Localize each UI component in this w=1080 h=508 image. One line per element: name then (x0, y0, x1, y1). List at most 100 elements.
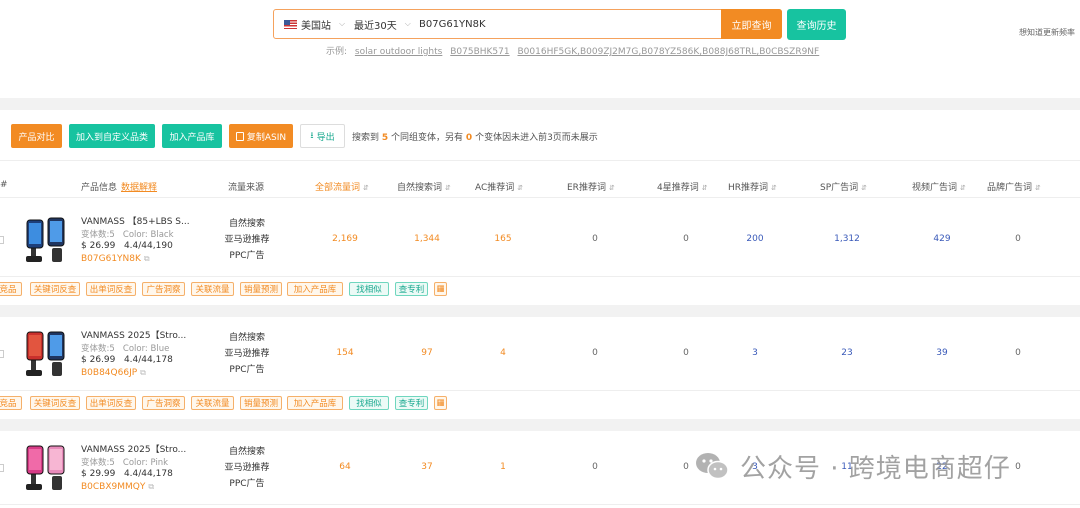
tag-add-library[interactable]: 加入产品库 (287, 282, 343, 296)
section-divider (0, 98, 1080, 110)
product-title[interactable]: VANMASS 【85+LBS S... (81, 214, 190, 227)
header-four-star[interactable]: 4星推荐词 ⇵ (657, 180, 708, 193)
source-organic: 自然搜索 (228, 219, 265, 229)
tag-related-traffic[interactable]: 关联流量 (191, 396, 234, 410)
tag-keyword-reverse[interactable]: 关键词反查 (30, 282, 80, 296)
compare-button[interactable]: 产品对比 (11, 124, 62, 148)
cell-hr[interactable]: 3 (725, 348, 785, 358)
table-row[interactable]: VANMASS 【85+LBS S... 变体数:5 Color: Black … (0, 206, 1080, 276)
history-button[interactable]: 查询历史 (787, 9, 846, 40)
header-organic[interactable]: 自然搜索词 ⇵ (397, 180, 451, 193)
site-label: 美国站 (301, 20, 331, 32)
table-row[interactable]: VANMASS 2025【Stro... 变体数:5 Color: Blue $… (0, 322, 1080, 388)
header-all-keywords[interactable]: 全部流量词 ⇵ (315, 180, 369, 193)
header-hr[interactable]: HR推荐词 ⇵ (728, 180, 777, 193)
cell-organic[interactable]: 37 (397, 462, 457, 472)
source-ppc: PPC广告 (229, 479, 265, 489)
tag-related-traffic[interactable]: 关联流量 (191, 282, 234, 296)
download-icon: ⭳ (310, 131, 314, 141)
calendar-icon[interactable]: ▦ (434, 282, 447, 296)
example-link[interactable]: B075BHK571 (450, 47, 509, 57)
cell-hr[interactable]: 200 (725, 234, 785, 244)
asin-link[interactable]: B0CBX9MMQY (81, 482, 145, 492)
traffic-sources: 自然搜索 亚马逊推荐 PPC广告 (222, 330, 272, 378)
source-organic: 自然搜索 (228, 447, 265, 457)
cell-all-keywords[interactable]: 154 (315, 348, 375, 358)
header-er[interactable]: ER推荐词 ⇵ (567, 180, 615, 193)
row-checkbox[interactable] (0, 350, 4, 358)
tag-sales-forecast[interactable]: 销量预测 (240, 396, 282, 410)
header-label: ER推荐词 (567, 183, 606, 193)
tag-sales-forecast[interactable]: 销量预测 (240, 282, 282, 296)
product-asin[interactable]: B0CBX9MMQY ⧉ (81, 482, 154, 492)
header-ac[interactable]: AC推荐词 ⇵ (475, 180, 523, 193)
header-brand[interactable]: 品牌广告词 ⇵ (987, 180, 1041, 193)
tag-competitor[interactable]: 竞品 (0, 282, 22, 296)
sort-icon: ⇵ (701, 184, 708, 192)
add-custom-category-button[interactable]: 加入到自定义品类 (69, 124, 155, 148)
header-source: 流量来源 (228, 183, 265, 193)
product-asin[interactable]: B07G61YN8K ⧉ (81, 254, 150, 264)
product-title[interactable]: VANMASS 2025【Stro... (81, 442, 186, 455)
cell-er: 0 (592, 462, 598, 472)
header-label: 品牌广告词 (987, 183, 1033, 193)
cell-organic[interactable]: 1,344 (397, 234, 457, 244)
product-variants: 变体数:5 Color: Black (81, 228, 174, 240)
tag-find-similar[interactable]: 找相似 (349, 282, 389, 296)
cell-ac[interactable]: 165 (473, 234, 533, 244)
cell-sp[interactable]: 1,312 (817, 234, 877, 244)
query-button[interactable]: 立即查询 (721, 9, 782, 39)
cell-ac[interactable]: 4 (473, 348, 533, 358)
add-library-button[interactable]: 加入产品库 (162, 124, 222, 148)
cell-all-keywords[interactable]: 64 (315, 462, 375, 472)
export-button[interactable]: ⭳ 导出 (300, 124, 345, 148)
tag-keyword-reverse[interactable]: 关键词反查 (30, 396, 80, 410)
cell-organic[interactable]: 97 (397, 348, 457, 358)
watermark: 公众号 · 跨境电商超仔 (694, 446, 1011, 486)
external-link-icon[interactable]: ⧉ (148, 482, 154, 491)
cell-video[interactable]: 429 (912, 234, 972, 244)
copy-asin-button[interactable]: 复制ASIN (229, 124, 293, 148)
row-checkbox[interactable] (0, 464, 4, 472)
search-input[interactable] (419, 14, 719, 34)
cell-all-keywords[interactable]: 2,169 (315, 234, 375, 244)
header-video[interactable]: 视频广告词 ⇵ (912, 180, 966, 193)
example-link[interactable]: solar outdoor lights (355, 47, 442, 57)
example-link[interactable]: B0016HF5GK,B009ZJ2M7G,B078YZ586K,B088J68… (517, 47, 819, 57)
product-price: $ 29.99 4.4/44,178 (81, 469, 173, 479)
source-ppc: PPC广告 (229, 365, 265, 375)
divider (0, 276, 1080, 277)
date-range-select[interactable]: 最近30天 ⌵ (354, 10, 411, 38)
cell-four-star: 0 (683, 234, 689, 244)
site-select[interactable]: 美国站 ⌵ (284, 10, 345, 38)
tag-ad-insight[interactable]: 广告洞察 (142, 396, 185, 410)
external-link-icon[interactable]: ⧉ (140, 368, 146, 377)
tag-patent[interactable]: 查专利 (395, 396, 428, 410)
cell-sp[interactable]: 23 (817, 348, 877, 358)
row-checkbox[interactable] (0, 236, 4, 244)
cell-brand: 0 (1015, 348, 1021, 358)
rating: 4.4/44,190 (123, 241, 173, 251)
asin-link[interactable]: B07G61YN8K (81, 254, 141, 264)
data-explain-link[interactable]: 数据解释 (121, 183, 157, 193)
cell-video[interactable]: 39 (912, 348, 972, 358)
cell-ac[interactable]: 1 (473, 462, 533, 472)
external-link-icon[interactable]: ⧉ (144, 254, 150, 263)
tag-patent[interactable]: 查专利 (395, 282, 428, 296)
tag-find-similar[interactable]: 找相似 (349, 396, 389, 410)
sort-icon: ⇵ (1035, 184, 1041, 192)
update-frequency-link[interactable]: 想知道更新频率 (1019, 27, 1075, 38)
calendar-icon[interactable]: ▦ (434, 396, 447, 410)
product-asin[interactable]: B0B84Q66JP ⧉ (81, 368, 146, 378)
product-title[interactable]: VANMASS 2025【Stro... (81, 328, 186, 341)
product-variants: 变体数:5 Color: Blue (81, 342, 169, 354)
tag-add-library[interactable]: 加入产品库 (287, 396, 343, 410)
divider (0, 160, 1080, 161)
tag-order-keyword[interactable]: 出单词反查 (86, 282, 136, 296)
tag-order-keyword[interactable]: 出单词反查 (86, 396, 136, 410)
tag-ad-insight[interactable]: 广告洞察 (142, 282, 185, 296)
asin-link[interactable]: B0B84Q66JP (81, 368, 137, 378)
header-sp[interactable]: SP广告词 ⇵ (820, 180, 867, 193)
cell-brand: 0 (1015, 234, 1021, 244)
tag-competitor[interactable]: 竞品 (0, 396, 22, 410)
